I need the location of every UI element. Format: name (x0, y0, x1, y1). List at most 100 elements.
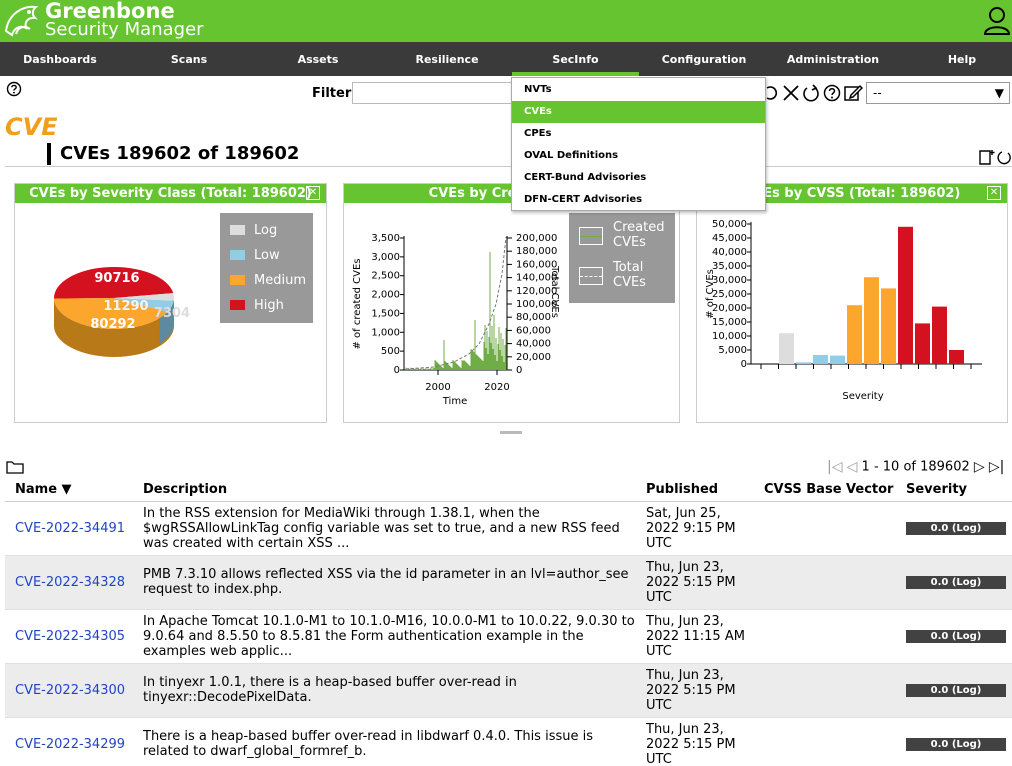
severity-bar: 0.0 (Log) (906, 683, 1006, 697)
cvss-bar-5[interactable] (864, 277, 879, 364)
nav-secinfo[interactable]: SecInfo (512, 42, 639, 76)
y-tick-label: 0 (394, 365, 400, 376)
y-axis-label-right: Total CVEs (549, 265, 560, 318)
legend-item-total[interactable]: Total CVEs (569, 258, 675, 298)
cve-link[interactable]: CVE-2022-34305 (15, 629, 125, 644)
menu-item-cpes[interactable]: CPEs (512, 123, 765, 145)
cve-vector (754, 716, 896, 766)
cvss-bar-1[interactable] (796, 362, 811, 364)
x-axis-label: Time (442, 396, 467, 407)
first-page-icon[interactable]: |◁ (827, 459, 842, 475)
severity-bar: 0.0 (Log) (906, 575, 1006, 589)
secinfo-dropdown: NVTs CVEs CPEs OVAL Definitions CERT-Bun… (511, 77, 766, 211)
legend-item-low[interactable]: Low (220, 243, 313, 268)
table-row: CVE-2022-34305 In Apache Tomcat 10.1.0-M… (5, 608, 1012, 663)
legend-swatch (579, 267, 603, 285)
column-header-severity[interactable]: Severity (896, 479, 1012, 502)
previous-page-icon[interactable]: ◁ (847, 459, 858, 475)
legend-label: Low (254, 248, 280, 263)
y-tick-label: 50,000 (712, 219, 747, 230)
y2-tick-label: 40,000 (516, 339, 551, 350)
cve-vector (754, 662, 896, 717)
filter-select[interactable]: -- ▼ (866, 82, 1010, 104)
x-tick-label: 2000 (425, 382, 450, 393)
legend-item-created[interactable]: Created CVEs (569, 218, 675, 258)
legend-item-log[interactable]: Log (220, 218, 313, 243)
cve-description: In tinyexr 1.0.1, there is a heap-based … (133, 662, 636, 717)
cvss-bar-3[interactable] (830, 355, 845, 364)
cve-table: Name ▼ Description Published CVSS Base V… (5, 479, 1012, 766)
close-icon[interactable]: ✕ (306, 186, 320, 200)
column-header-published[interactable]: Published (636, 479, 754, 502)
column-header-name[interactable]: Name ▼ (5, 479, 133, 502)
legend-swatch (579, 227, 603, 245)
x-tick-label: 2020 (484, 382, 509, 393)
legend-swatch (230, 225, 245, 235)
cvss-bar-4[interactable] (847, 305, 862, 364)
cve-link[interactable]: CVE-2022-34299 (15, 737, 125, 752)
legend-label: Created CVEs (613, 220, 665, 250)
legend-item-high[interactable]: High (220, 293, 313, 318)
cvss-bar-2[interactable] (813, 355, 828, 364)
cve-description: In the RSS extension for MediaWiki throu… (133, 501, 636, 555)
folder-icon[interactable] (6, 460, 24, 474)
nav-configuration[interactable]: Configuration (643, 42, 765, 76)
filter-help-icon[interactable] (822, 83, 842, 103)
y-tick-label: 25,000 (712, 289, 747, 300)
menu-item-cert-bund[interactable]: CERT-Bund Advisories (512, 167, 765, 189)
legend-swatch (230, 250, 245, 260)
cvss-bar-10[interactable] (949, 350, 964, 364)
menu-item-nvts[interactable]: NVTs (512, 79, 765, 101)
table-row: CVE-2022-34328 PMB 7.3.10 allows reflect… (5, 554, 1012, 609)
cve-published: Sat, Jun 25, 2022 9:15 PM UTC (636, 501, 754, 555)
panel-cvss: CVEs by CVSS (Total: 189602) ✕ 50,000 45,… (696, 183, 1008, 423)
cve-link[interactable]: CVE-2022-34328 (15, 575, 125, 590)
next-page-icon[interactable]: ▷ (974, 459, 985, 475)
help-icon[interactable] (6, 81, 22, 97)
y-tick-label: 2,500 (371, 271, 400, 282)
nav-administration[interactable]: Administration (772, 42, 894, 76)
y-tick-label: 40,000 (712, 247, 747, 258)
chevron-down-icon: ▼ (994, 86, 1004, 100)
last-page-icon[interactable]: ▷| (989, 459, 1004, 475)
reset-filter-icon[interactable] (781, 83, 801, 103)
menu-item-cves[interactable]: CVEs (512, 101, 765, 123)
nav-assets[interactable]: Assets (257, 42, 379, 76)
cvss-bar-0[interactable] (779, 333, 794, 364)
legend-label: Medium (254, 273, 306, 288)
legend-swatch (230, 300, 245, 310)
y2-tick-label: 200,000 (516, 233, 557, 244)
user-icon[interactable] (982, 5, 1012, 37)
legend-label: High (254, 298, 284, 313)
y-tick-label: 0 (741, 359, 747, 370)
reload-icon[interactable] (801, 83, 821, 103)
filter-input[interactable] (352, 82, 514, 104)
menu-item-oval[interactable]: OVAL Definitions (512, 145, 765, 167)
table-row: CVE-2022-34300 In tinyexr 1.0.1, there i… (5, 662, 1012, 717)
new-dashboard-icon[interactable] (978, 148, 1012, 166)
nav-help[interactable]: Help (912, 42, 1012, 76)
y-tick-label: 3,500 (371, 233, 400, 244)
cve-link[interactable]: CVE-2022-34491 (15, 521, 125, 536)
menu-item-dfn-cert[interactable]: DFN-CERT Advisories (512, 189, 765, 211)
brand-subtitle: Security Manager (45, 19, 204, 40)
legend-item-medium[interactable]: Medium (220, 268, 313, 293)
column-header-description[interactable]: Description (133, 479, 636, 502)
nav-resilience[interactable]: Resilience (386, 42, 508, 76)
column-header-cvss-vector[interactable]: CVSS Base Vector (754, 479, 896, 502)
cvss-bar-chart: 50,000 45,000 40,000 35,000 30,000 25,000 20,0… (705, 219, 982, 402)
close-icon[interactable]: ✕ (987, 186, 1001, 200)
cvss-bar-9[interactable] (932, 306, 947, 364)
cve-link[interactable]: CVE-2022-34300 (15, 683, 125, 698)
filter-label: Filter (312, 86, 352, 101)
nav-dashboards[interactable]: Dashboards (0, 42, 120, 76)
cve-published: Thu, Jun 23, 2022 11:15 AM UTC (636, 608, 754, 663)
resize-handle[interactable] (500, 431, 522, 434)
cvss-bar-8[interactable] (915, 323, 930, 364)
edit-filter-icon[interactable] (843, 83, 863, 103)
slice-label-medium: 80292 (90, 317, 135, 332)
y-tick-label: 10,000 (712, 331, 747, 342)
nav-scans[interactable]: Scans (128, 42, 250, 76)
cvss-bar-6[interactable] (881, 288, 896, 364)
cvss-bar-7[interactable] (898, 226, 913, 364)
